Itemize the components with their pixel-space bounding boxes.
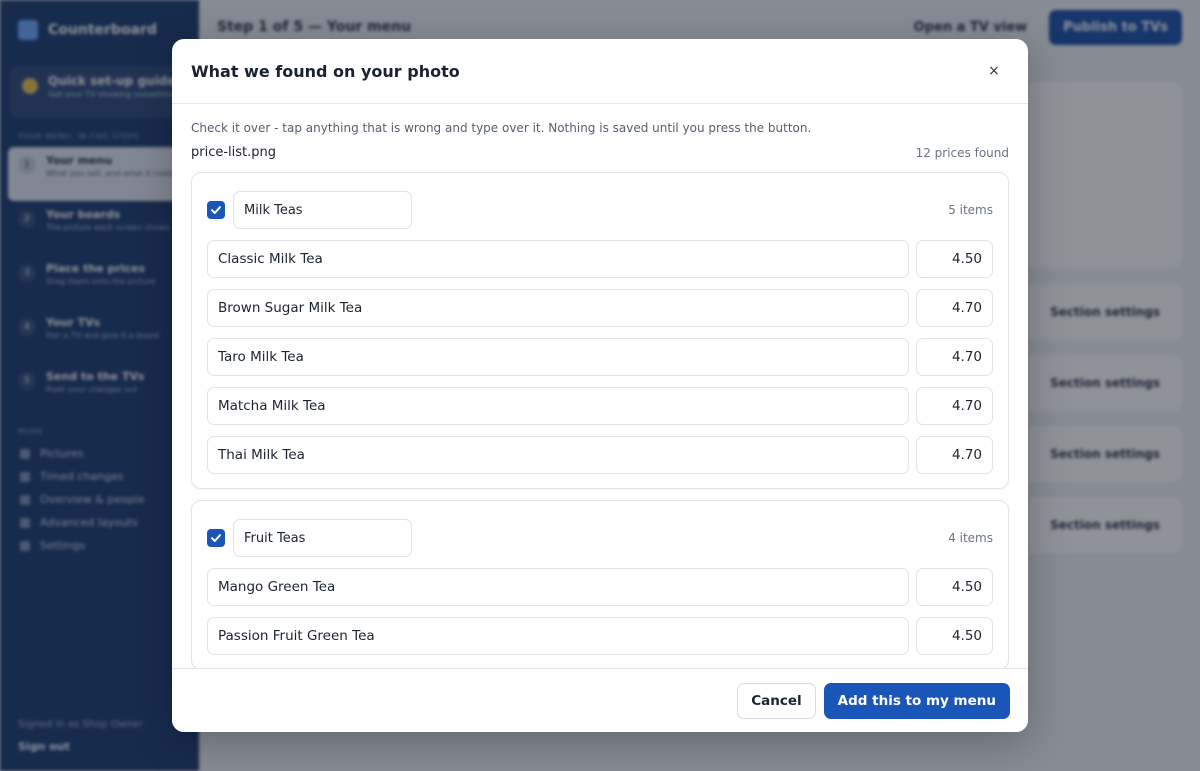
menu-item-row — [207, 289, 993, 327]
item-name-input[interactable] — [207, 387, 909, 425]
close-icon: × — [988, 63, 1000, 79]
check-icon — [211, 206, 221, 214]
category-checkbox[interactable] — [207, 201, 225, 219]
dialog-title: What we found on your photo — [191, 61, 460, 81]
item-name-input[interactable] — [207, 436, 909, 474]
file-name: price-list.png — [191, 145, 277, 160]
category-name-input[interactable] — [233, 519, 412, 557]
category-header: 5 items — [207, 191, 993, 229]
item-price-input[interactable] — [916, 617, 993, 655]
item-price-input[interactable] — [916, 568, 993, 606]
import-review-dialog: What we found on your photo × Check it o… — [172, 39, 1028, 732]
item-price-input[interactable] — [916, 289, 993, 327]
menu-item-row — [207, 568, 993, 606]
item-price-input[interactable] — [916, 240, 993, 278]
category-item-count: 4 items — [948, 531, 993, 545]
menu-item-row — [207, 617, 993, 655]
item-name-input[interactable] — [207, 240, 909, 278]
item-price-input[interactable] — [916, 387, 993, 425]
item-name-input[interactable] — [207, 338, 909, 376]
cancel-button[interactable]: Cancel — [737, 682, 816, 719]
item-price-input[interactable] — [916, 436, 993, 474]
category-checkbox[interactable] — [207, 529, 225, 547]
item-price-input[interactable] — [916, 338, 993, 376]
check-icon — [211, 534, 221, 542]
dialog-footer: Cancel Add this to my menu — [172, 668, 1028, 732]
dialog-header: What we found on your photo × — [172, 39, 1028, 104]
category-item-count: 5 items — [948, 203, 993, 217]
category-group-milk-teas: 5 items — [191, 172, 1009, 489]
menu-item-row — [207, 436, 993, 474]
instructions-text: Check it over - tap anything that is wro… — [191, 121, 812, 135]
menu-item-row — [207, 240, 993, 278]
close-button[interactable]: × — [977, 54, 1011, 88]
add-to-menu-button[interactable]: Add this to my menu — [823, 682, 1010, 719]
category-header: 4 items — [207, 519, 993, 557]
category-group-fruit-teas: 4 items — [191, 500, 1009, 668]
item-name-input[interactable] — [207, 617, 909, 655]
file-info: price-list.png 12 prices found — [191, 145, 1009, 160]
item-name-input[interactable] — [207, 568, 909, 606]
menu-item-row — [207, 338, 993, 376]
prices-found-count: 12 prices found — [915, 145, 1009, 160]
menu-item-row — [207, 387, 993, 425]
category-name-input[interactable] — [233, 191, 412, 229]
item-name-input[interactable] — [207, 289, 909, 327]
dialog-body[interactable]: Check it over - tap anything that is wro… — [172, 104, 1028, 668]
